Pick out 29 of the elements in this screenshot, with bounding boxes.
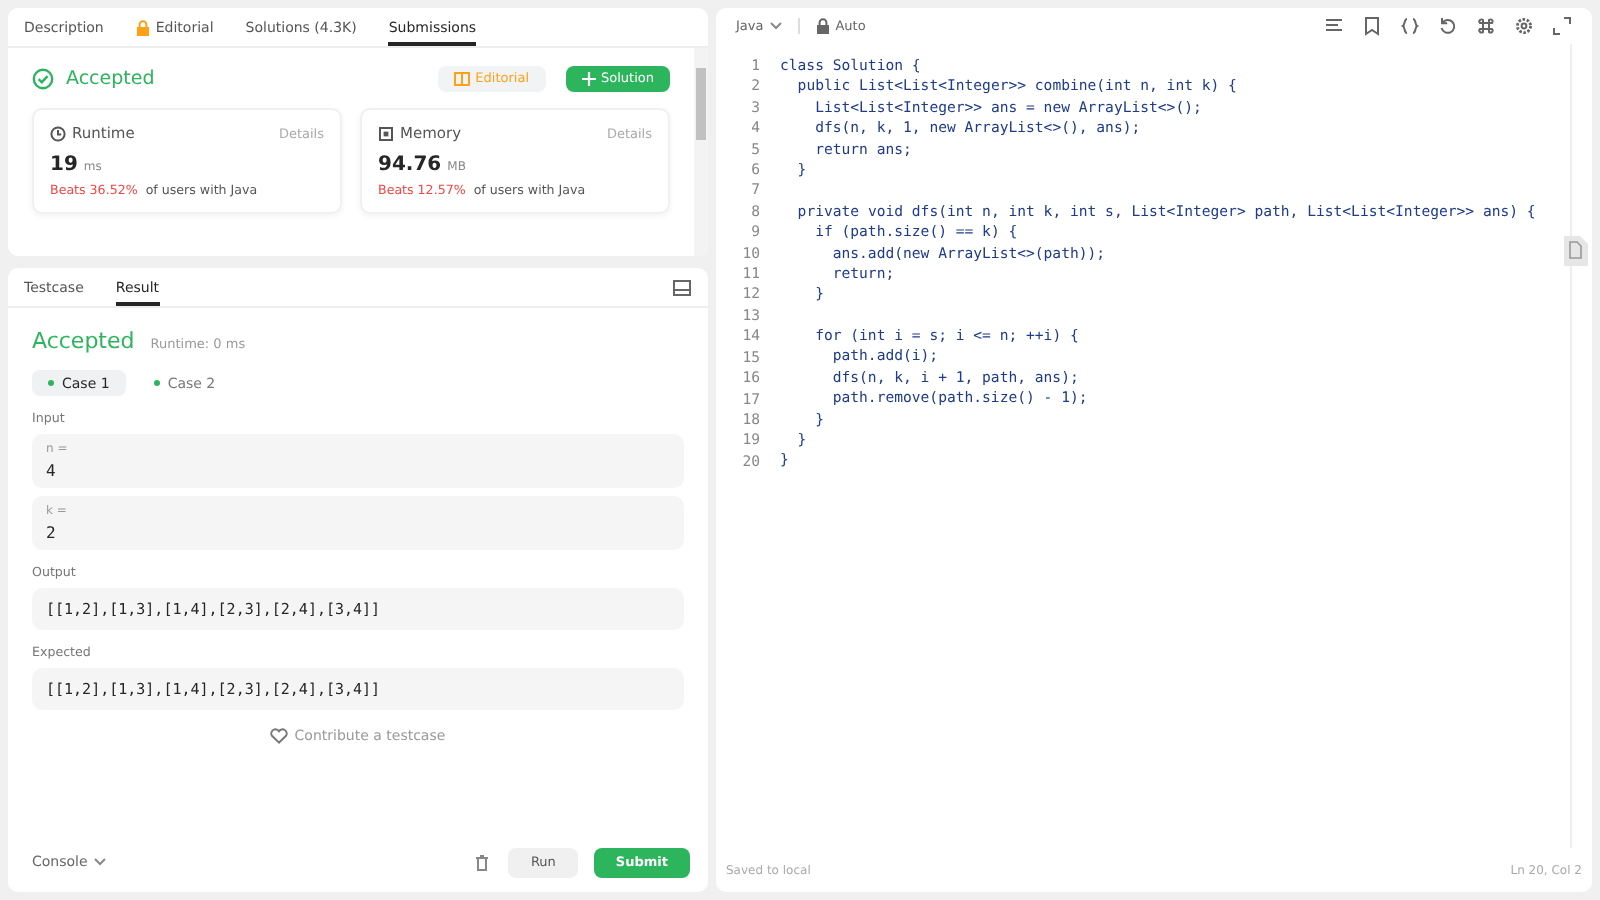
settings-icon[interactable] <box>1514 16 1534 36</box>
variable-value: 4 <box>46 462 58 480</box>
scrollbar-thumb[interactable] <box>696 68 706 140</box>
chevron-down-icon <box>769 22 782 30</box>
clock-icon <box>50 125 66 141</box>
metric-value: 94.76 <box>378 154 442 176</box>
reset-icon[interactable] <box>1438 16 1458 36</box>
panel-icon[interactable] <box>672 277 692 297</box>
chip-icon <box>378 125 394 141</box>
book-icon <box>453 71 470 85</box>
heart-icon <box>270 728 289 744</box>
trash-icon[interactable] <box>472 852 493 872</box>
expand-icon[interactable] <box>1552 16 1572 36</box>
metric-value: 19 <box>50 154 78 176</box>
dot-icon <box>48 380 54 386</box>
result-status: Accepted <box>32 328 135 354</box>
status-text: Accepted <box>66 67 155 89</box>
dot-icon <box>153 380 160 386</box>
variable-value: 2 <box>46 524 58 542</box>
scrollbar[interactable] <box>694 48 708 256</box>
chevron-down-icon <box>93 858 106 866</box>
lock-icon <box>815 18 830 34</box>
braces-icon[interactable] <box>1400 16 1420 36</box>
lock-icon <box>135 19 150 35</box>
command-icon[interactable] <box>1476 16 1496 36</box>
check-circle-icon <box>32 67 54 89</box>
format-icon[interactable] <box>1324 16 1344 36</box>
bookmark-icon[interactable] <box>1362 16 1382 36</box>
plus-icon <box>581 71 596 85</box>
